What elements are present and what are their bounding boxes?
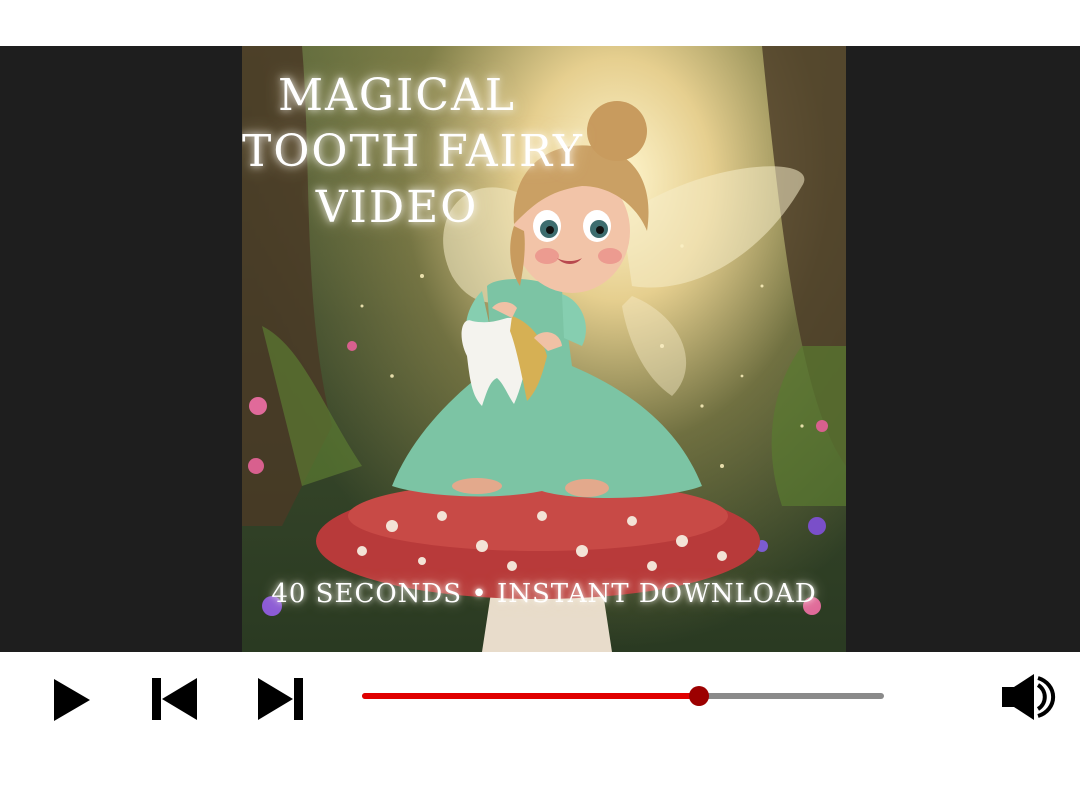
- video-title-line: VIDEO: [315, 182, 479, 233]
- video-title: MAGICAL TOOTH FAIRY VIDEO: [242, 68, 584, 236]
- play-button[interactable]: [54, 679, 92, 725]
- skip-previous-icon: [152, 678, 197, 720]
- progress-handle[interactable]: [688, 686, 709, 706]
- next-button[interactable]: [258, 678, 304, 724]
- video-frame[interactable]: MAGICAL TOOTH FAIRY VIDEO 40 SECONDS • I…: [242, 46, 846, 652]
- video-title-line: MAGICAL: [277, 70, 517, 121]
- video-stage[interactable]: MAGICAL TOOTH FAIRY VIDEO 40 SECONDS • I…: [0, 46, 1080, 652]
- progress-fill: [362, 693, 699, 699]
- volume-icon: [1002, 674, 1056, 720]
- play-icon: [54, 679, 90, 721]
- previous-button[interactable]: [152, 678, 198, 724]
- skip-next-icon: [258, 678, 303, 720]
- player-controls: [0, 652, 1080, 742]
- progress-bar[interactable]: [362, 686, 884, 706]
- video-title-line: TOOTH FAIRY: [242, 126, 584, 177]
- video-subtitle: 40 SECONDS • INSTANT DOWNLOAD: [271, 579, 817, 609]
- volume-button[interactable]: [1002, 674, 1060, 724]
